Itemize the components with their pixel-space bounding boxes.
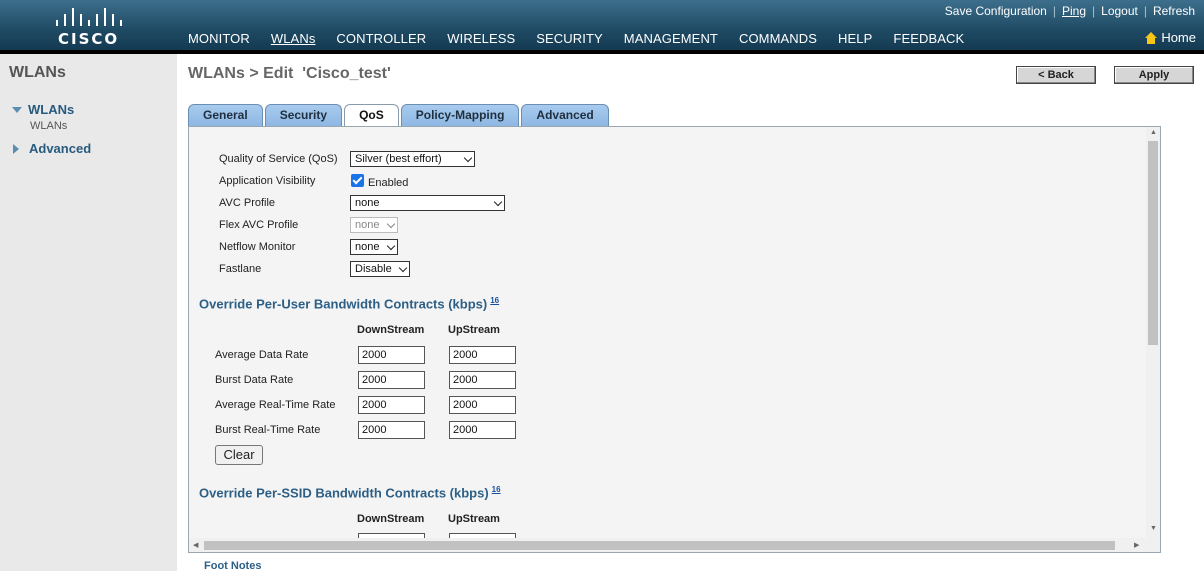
cisco-logo-bars-icon bbox=[52, 8, 126, 26]
sidebar-item-wlans[interactable]: WLANs bbox=[12, 102, 74, 117]
per-ssid-downstream-header: DownStream bbox=[357, 513, 425, 525]
home-label: Home bbox=[1161, 30, 1196, 45]
fastlane-select[interactable]: Disable bbox=[350, 261, 410, 277]
per-user-upstream-header: UpStream bbox=[448, 324, 500, 336]
panel-content: Quality of Service (QoS) Silver (best ef… bbox=[189, 127, 1146, 543]
sidebar-subitem-wlans[interactable]: WLANs bbox=[30, 120, 67, 132]
average-real-time-rate-down-input[interactable]: 2000 bbox=[358, 396, 425, 414]
apply-button[interactable]: Apply bbox=[1114, 66, 1194, 84]
horizontal-scrollbar[interactable]: ◀ ▶ bbox=[189, 538, 1160, 552]
home-icon bbox=[1145, 31, 1158, 44]
chevron-down-icon bbox=[493, 197, 503, 207]
burst-data-rate-label: Burst Data Rate bbox=[215, 374, 294, 386]
per-user-section-title: Override Per-User Bandwidth Contracts (k… bbox=[199, 296, 500, 312]
per-ssid-upstream-header: UpStream bbox=[448, 513, 500, 525]
left-sidebar: WLANs WLANs WLANs Advanced bbox=[0, 54, 177, 571]
chevron-down-icon bbox=[463, 153, 473, 163]
tab-general[interactable]: General bbox=[188, 104, 263, 127]
chevron-down-icon bbox=[398, 263, 408, 273]
nav-wireless[interactable]: WIRELESS bbox=[447, 31, 515, 46]
scroll-right-icon[interactable]: ▶ bbox=[1134, 541, 1139, 549]
avc-profile-select[interactable]: none bbox=[350, 195, 505, 211]
enabled-label: Enabled bbox=[368, 177, 409, 189]
average-real-time-rate-label: Average Real-Time Rate bbox=[215, 399, 336, 411]
sidebar-title: WLANs bbox=[9, 64, 66, 81]
page-title: WLANs > Edit 'Cisco_test' bbox=[188, 65, 391, 82]
logout-link[interactable]: Logout bbox=[1101, 4, 1138, 18]
sidebar-item-label: WLANs bbox=[28, 102, 75, 117]
nav-help[interactable]: HELP bbox=[838, 31, 872, 46]
sidebar-item-advanced[interactable]: Advanced bbox=[12, 141, 91, 156]
flex-avc-profile-label: Flex AVC Profile bbox=[219, 219, 299, 231]
top-links: Save Configuration | Ping | Logout | Ref… bbox=[944, 4, 1195, 18]
tab-security[interactable]: Security bbox=[264, 104, 343, 127]
scroll-up-icon[interactable]: ▲ bbox=[1150, 129, 1157, 136]
nav-feedback[interactable]: FEEDBACK bbox=[893, 31, 964, 46]
burst-data-rate-down-input[interactable]: 2000 bbox=[358, 371, 425, 389]
home-link[interactable]: Home bbox=[1145, 30, 1196, 45]
scroll-down-icon[interactable]: ▼ bbox=[1150, 525, 1157, 532]
flex-avc-profile-select: none bbox=[350, 217, 398, 233]
logo-text: CISCO bbox=[58, 30, 120, 48]
nav-security[interactable]: SECURITY bbox=[536, 31, 603, 46]
qos-label: Quality of Service (QoS) bbox=[219, 153, 338, 165]
chevron-down-icon bbox=[386, 241, 396, 251]
avc-profile-label: AVC Profile bbox=[219, 197, 276, 209]
nav-commands[interactable]: COMMANDS bbox=[739, 31, 817, 46]
vertical-scroll-thumb[interactable] bbox=[1148, 141, 1158, 345]
chevron-down-icon bbox=[386, 219, 396, 229]
top-header: CISCO Save Configuration | Ping | Logout… bbox=[0, 0, 1204, 50]
nav-wlans[interactable]: WLANs bbox=[271, 31, 316, 46]
qos-panel: Quality of Service (QoS) Silver (best ef… bbox=[188, 126, 1161, 553]
save-configuration-link[interactable]: Save Configuration bbox=[945, 4, 1047, 18]
header-divider bbox=[0, 50, 1204, 54]
netflow-monitor-select[interactable]: none bbox=[350, 239, 398, 255]
vertical-scrollbar[interactable]: ▲ ▼ bbox=[1146, 127, 1160, 539]
ping-link[interactable]: Ping bbox=[1062, 4, 1086, 18]
cisco-logo[interactable]: CISCO bbox=[52, 8, 126, 48]
average-real-time-rate-up-input[interactable]: 2000 bbox=[449, 396, 516, 414]
nav-monitor[interactable]: MONITOR bbox=[188, 31, 250, 46]
tab-bar: General Security QoS Policy-Mapping Adva… bbox=[188, 104, 611, 128]
average-data-rate-down-input[interactable]: 2000 bbox=[358, 346, 425, 364]
collapsed-triangle-icon bbox=[13, 143, 19, 154]
nav-controller[interactable]: CONTROLLER bbox=[336, 31, 426, 46]
average-data-rate-label: Average Data Rate bbox=[215, 349, 309, 361]
tab-qos[interactable]: QoS bbox=[344, 104, 399, 128]
burst-data-rate-up-input[interactable]: 2000 bbox=[449, 371, 516, 389]
back-button[interactable]: < Back bbox=[1016, 66, 1096, 84]
footnote-link[interactable]: 16 bbox=[492, 485, 501, 494]
tab-policy-mapping[interactable]: Policy-Mapping bbox=[400, 104, 520, 127]
horizontal-scroll-thumb[interactable] bbox=[204, 541, 1115, 550]
average-data-rate-up-input[interactable]: 2000 bbox=[449, 346, 516, 364]
qos-select[interactable]: Silver (best effort) bbox=[350, 151, 475, 167]
app-visibility-label: Application Visibility bbox=[219, 175, 316, 187]
netflow-monitor-label: Netflow Monitor bbox=[219, 241, 296, 253]
scroll-left-icon[interactable]: ◀ bbox=[193, 541, 198, 549]
burst-real-time-rate-up-input[interactable]: 2000 bbox=[449, 421, 516, 439]
refresh-link[interactable]: Refresh bbox=[1153, 4, 1195, 18]
burst-real-time-rate-down-input[interactable]: 2000 bbox=[358, 421, 425, 439]
main-nav: MONITOR WLANs CONTROLLER WIRELESS SECURI… bbox=[188, 31, 985, 46]
expanded-triangle-icon bbox=[12, 106, 22, 113]
nav-management[interactable]: MANAGEMENT bbox=[624, 31, 718, 46]
clear-button[interactable]: Clear bbox=[215, 445, 263, 465]
fastlane-label: Fastlane bbox=[219, 263, 262, 275]
burst-real-time-rate-label: Burst Real-Time Rate bbox=[215, 424, 321, 436]
app-visibility-checkbox[interactable] bbox=[351, 174, 364, 187]
per-user-downstream-header: DownStream bbox=[357, 324, 425, 336]
footnote-link[interactable]: 16 bbox=[490, 296, 499, 305]
foot-notes-heading: Foot Notes bbox=[204, 560, 262, 572]
tab-advanced[interactable]: Advanced bbox=[521, 104, 609, 127]
per-ssid-section-title: Override Per-SSID Bandwidth Contracts (k… bbox=[199, 485, 501, 501]
sidebar-item-label: Advanced bbox=[29, 141, 92, 156]
